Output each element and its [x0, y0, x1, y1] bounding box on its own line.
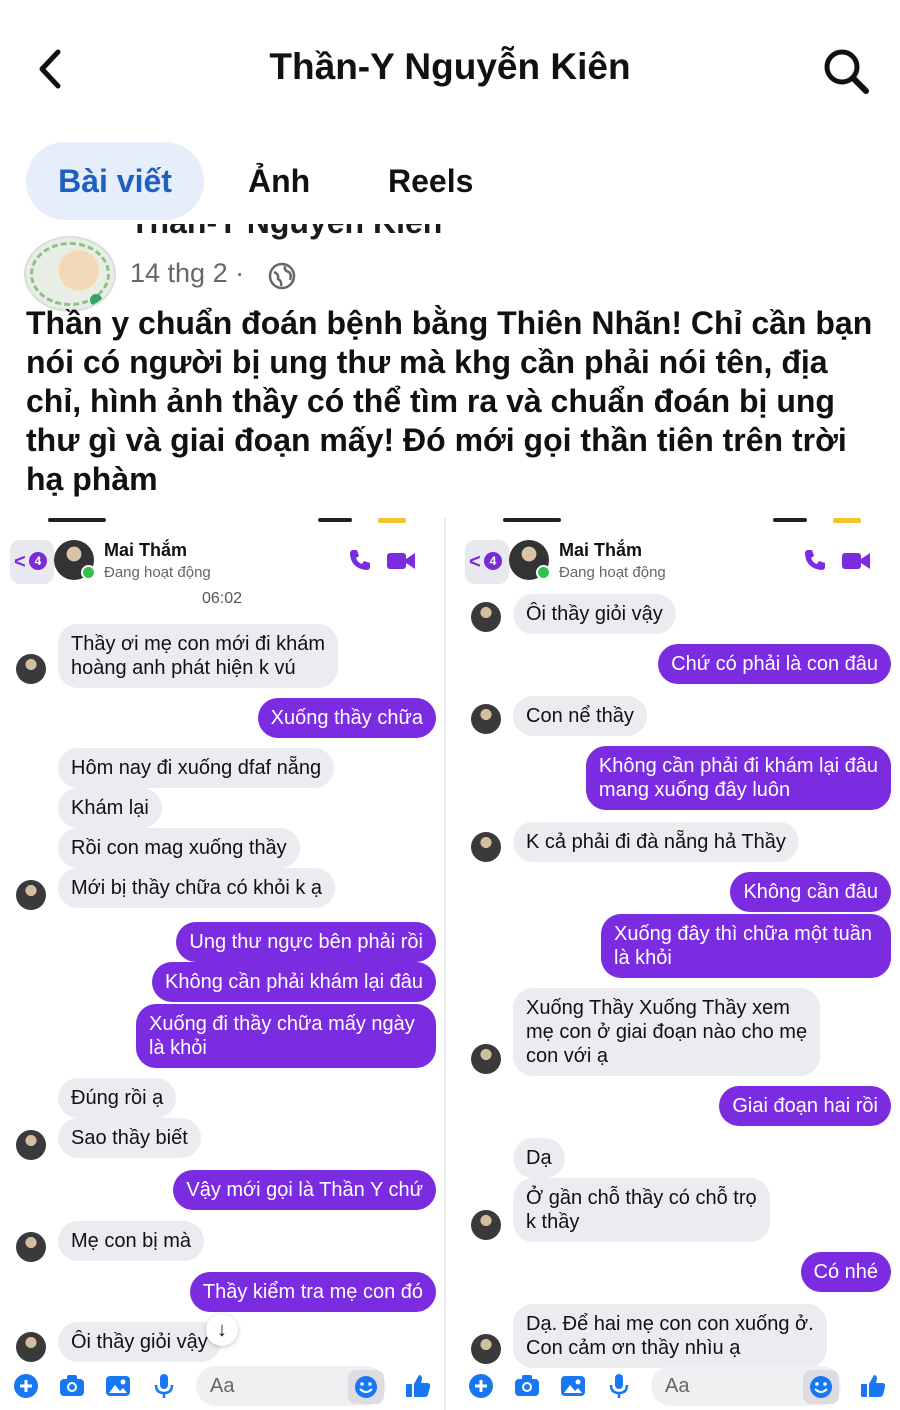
- chevron-left-icon: <: [14, 551, 26, 573]
- top-bar: Thần-Y Nguyễn Kiên: [0, 0, 900, 140]
- chat-timestamp: 06:02: [201, 590, 243, 607]
- tab-reels[interactable]: Reels: [388, 142, 473, 220]
- online-indicator: [536, 565, 551, 580]
- profile-avatar[interactable]: [24, 236, 116, 312]
- post-text: Thần y chuẩn đoán bệnh bằng Thiên Nhãn! …: [26, 305, 873, 497]
- globe-icon: [268, 262, 296, 290]
- image-icon[interactable]: [104, 1372, 132, 1400]
- message-incoming: Mới bị thầy chữa có khỏi k ạ: [58, 868, 336, 908]
- scroll-down-button[interactable]: ↓: [206, 1314, 238, 1346]
- sender-avatar: [471, 832, 501, 862]
- chevron-left-icon: <: [469, 551, 481, 573]
- microphone-icon[interactable]: [150, 1372, 178, 1400]
- message-incoming: Xuống Thầy Xuống Thầy xem mẹ con ở giai …: [513, 988, 821, 1076]
- message-incoming: Dạ: [513, 1138, 565, 1178]
- message-outgoing: Không cần đâu: [730, 872, 891, 912]
- search-icon[interactable]: [820, 46, 874, 96]
- post-date: 14 thg 2 ·: [130, 258, 245, 288]
- sender-avatar: [16, 1130, 46, 1160]
- chat-back-button[interactable]: < 4: [465, 540, 509, 584]
- message-incoming: Ở gần chỗ thầy có chỗ trọ k thầy: [513, 1178, 770, 1242]
- chat-back-button[interactable]: < 4: [10, 540, 54, 584]
- message-composer: Aa: [455, 1364, 899, 1410]
- contact-avatar[interactable]: [509, 540, 551, 580]
- video-camera-icon[interactable]: [386, 550, 416, 572]
- contact-status: Đang hoạt động: [104, 564, 211, 581]
- post-header: Thần-Y Nguyễn Kiên 14 thg 2 ·: [0, 222, 900, 312]
- message-outgoing: Thầy kiểm tra mẹ con đó: [189, 1272, 436, 1312]
- sender-avatar: [471, 1334, 501, 1364]
- message-incoming: Dạ. Để hai mẹ con con xuống ở. Con cảm ơ…: [513, 1304, 827, 1368]
- message-incoming: Sao thầy biết: [58, 1118, 201, 1158]
- tab-posts[interactable]: Bài viết: [26, 142, 204, 220]
- emoji-button[interactable]: [348, 1370, 384, 1404]
- thumbs-up-icon[interactable]: [404, 1372, 432, 1400]
- message-outgoing: Xuống đi thầy chữa mấy ngày là khỏi: [136, 1004, 436, 1068]
- message-incoming: K cả phải đi đà nẵng hả Thầy: [513, 822, 799, 862]
- message-incoming: Rồi con mag xuống thầy: [58, 828, 300, 868]
- message-input-placeholder: Aa: [665, 1375, 690, 1397]
- sender-avatar: [16, 654, 46, 684]
- arrow-down-icon: ↓: [217, 1319, 227, 1341]
- unread-count-badge: 4: [484, 552, 502, 570]
- message-composer: Aa: [0, 1364, 444, 1410]
- message-outgoing: Vậy mới gọi là Thần Y chứ: [173, 1170, 436, 1210]
- sender-avatar: [471, 704, 501, 734]
- chat-header: < 4 Mai Thắm Đang hoạt động: [0, 536, 444, 588]
- message-input-placeholder: Aa: [210, 1375, 235, 1397]
- message-input[interactable]: Aa: [651, 1366, 841, 1406]
- sender-avatar: [471, 602, 501, 632]
- chat-header: < 4 Mai Thắm Đang hoạt động: [455, 536, 899, 588]
- status-bar: [455, 518, 899, 524]
- message-incoming: Đúng rồi ạ: [58, 1078, 177, 1118]
- message-outgoing: Không cần phải khám lại đâu: [152, 962, 436, 1002]
- message-outgoing: Không cần phải đi khám lại đâu mang xuốn…: [585, 746, 891, 810]
- sender-avatar: [16, 880, 46, 910]
- message-outgoing: Xuống thầy chữa: [257, 698, 436, 738]
- status-bar: [0, 518, 444, 524]
- sender-avatar: [16, 1232, 46, 1262]
- message-incoming: Ôi thầy giỏi vậy: [58, 1322, 221, 1362]
- sender-avatar: [471, 1044, 501, 1074]
- unread-count-badge: 4: [29, 552, 47, 570]
- message-outgoing: Có nhé: [800, 1252, 891, 1292]
- image-icon[interactable]: [559, 1372, 587, 1400]
- sender-avatar: [16, 1332, 46, 1362]
- message-input[interactable]: Aa: [196, 1366, 386, 1406]
- camera-icon[interactable]: [513, 1372, 541, 1400]
- microphone-icon[interactable]: [605, 1372, 633, 1400]
- video-camera-icon[interactable]: [841, 550, 871, 572]
- plus-icon[interactable]: [12, 1372, 40, 1400]
- page-title: Thần-Y Nguyễn Kiên: [269, 46, 631, 87]
- sender-avatar: [471, 1210, 501, 1240]
- chat-screenshot-left: < 4 Mai Thắm Đang hoạt động 06:02 Thầy ơ…: [0, 518, 446, 1410]
- contact-status: Đang hoạt động: [559, 564, 666, 581]
- contact-name[interactable]: Mai Thắm: [559, 540, 642, 561]
- phone-icon[interactable]: [348, 548, 372, 572]
- tab-photos[interactable]: Ảnh: [248, 142, 310, 220]
- message-incoming: Thầy ơi mẹ con mới đi khám hoàng anh phá…: [58, 624, 339, 688]
- post-author-name[interactable]: Thần-Y Nguyễn Kiên: [130, 224, 475, 244]
- phone-icon[interactable]: [803, 548, 827, 572]
- plus-icon[interactable]: [467, 1372, 495, 1400]
- message-incoming: Khám lại: [58, 788, 162, 828]
- message-incoming: Con nể thầy: [513, 696, 647, 736]
- camera-icon[interactable]: [58, 1372, 86, 1400]
- emoji-icon: [810, 1376, 832, 1398]
- message-incoming: Hôm nay đi xuống dfaf nẵng: [58, 748, 335, 788]
- profile-tabs: Bài viết Ảnh Reels: [0, 142, 900, 222]
- emoji-button[interactable]: [803, 1370, 839, 1404]
- message-outgoing: Xuống đây thì chữa một tuần là khỏi: [601, 914, 891, 978]
- message-outgoing: Ung thư ngực bên phải rồi: [176, 922, 436, 962]
- chat-screenshot-right: < 4 Mai Thắm Đang hoạt động Ôi thầy giỏi…: [455, 518, 899, 1410]
- contact-name[interactable]: Mai Thắm: [104, 540, 187, 561]
- message-outgoing: Giai đoạn hai rồi: [719, 1086, 891, 1126]
- online-indicator: [81, 565, 96, 580]
- message-incoming: Mẹ con bị mà: [58, 1221, 205, 1261]
- thumbs-up-icon[interactable]: [859, 1372, 887, 1400]
- emoji-icon: [355, 1376, 377, 1398]
- contact-avatar[interactable]: [54, 540, 96, 580]
- message-outgoing: Chứ có phải là con đâu: [658, 644, 891, 684]
- message-incoming: Ôi thầy giỏi vậy: [513, 594, 676, 634]
